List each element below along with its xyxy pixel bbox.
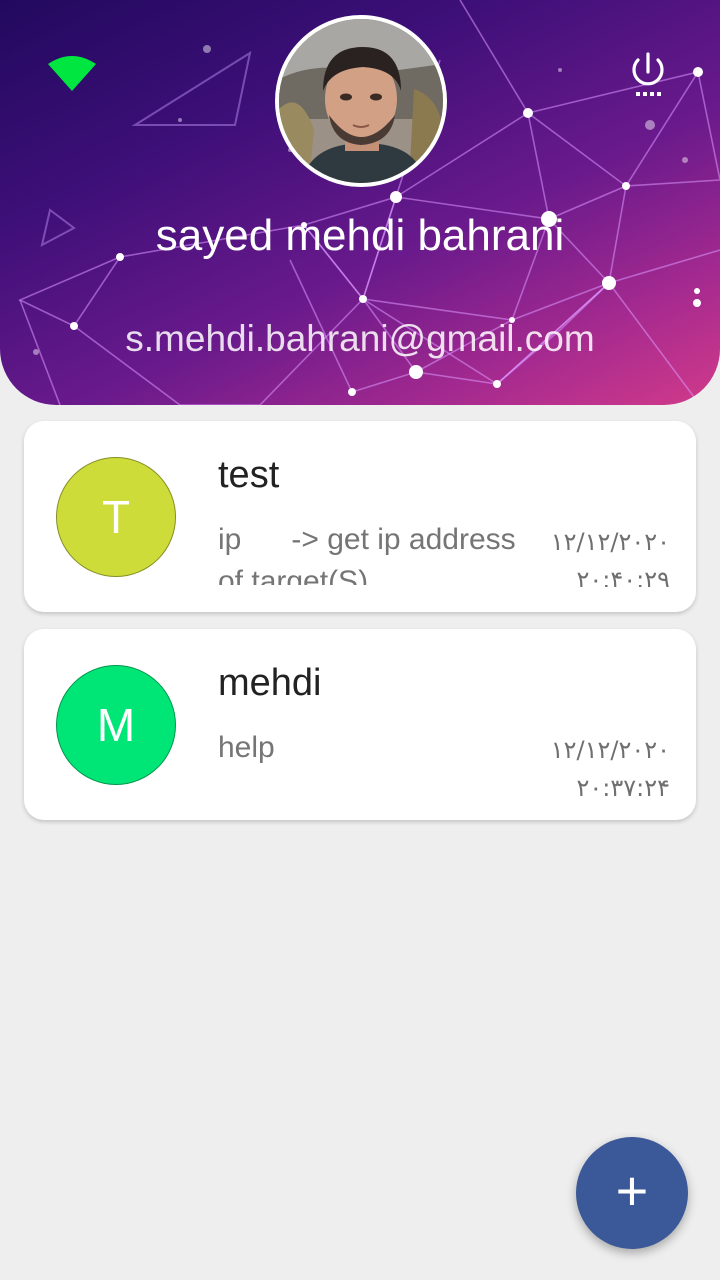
profile-photo bbox=[279, 19, 443, 183]
conversation-card[interactable]: M mehdi help ۱۲/۱۲/۲۰۲۰ ۲۰:۳۷:۲۴ bbox=[24, 629, 696, 820]
user-email: s.mehdi.bahrani@gmail.com bbox=[125, 318, 595, 359]
add-conversation-button[interactable]: + bbox=[576, 1137, 688, 1249]
power-icon[interactable] bbox=[626, 50, 670, 98]
last-message-preview: help bbox=[218, 731, 275, 764]
contact-initial: T bbox=[101, 491, 131, 543]
conversation-title: test bbox=[218, 454, 280, 496]
wifi-icon bbox=[48, 56, 96, 91]
last-message-preview: ip -> get ip address of target(S) bbox=[218, 523, 524, 585]
message-timestamp: ۱۲/۱۲/۲۰۲۰ ۲۰:۴۰:۲۹ bbox=[520, 523, 670, 587]
contact-initial: M bbox=[96, 699, 136, 751]
profile-avatar[interactable] bbox=[275, 15, 447, 187]
app-screen: sayed mehdi bahrani s.mehdi.bahrani@gmai… bbox=[0, 0, 720, 1280]
contact-avatar: M bbox=[56, 665, 176, 785]
user-name: sayed mehdi bahrani bbox=[155, 211, 565, 260]
profile-header: sayed mehdi bahrani s.mehdi.bahrani@gmai… bbox=[0, 0, 720, 405]
message-date: ۱۲/۱۲/۲۰۲۰ bbox=[550, 736, 670, 764]
conversation-title: mehdi bbox=[218, 662, 322, 704]
message-time: ۲۰:۴۰:۲۹ bbox=[576, 566, 670, 587]
message-timestamp: ۱۲/۱۲/۲۰۲۰ ۲۰:۳۷:۲۴ bbox=[520, 731, 670, 807]
conversation-card[interactable]: T test ip -> get ip address of target(S)… bbox=[24, 421, 696, 612]
contact-avatar: T bbox=[56, 457, 176, 577]
message-time: ۲۰:۳۷:۲۴ bbox=[576, 774, 670, 802]
message-date: ۱۲/۱۲/۲۰۲۰ bbox=[550, 528, 670, 556]
